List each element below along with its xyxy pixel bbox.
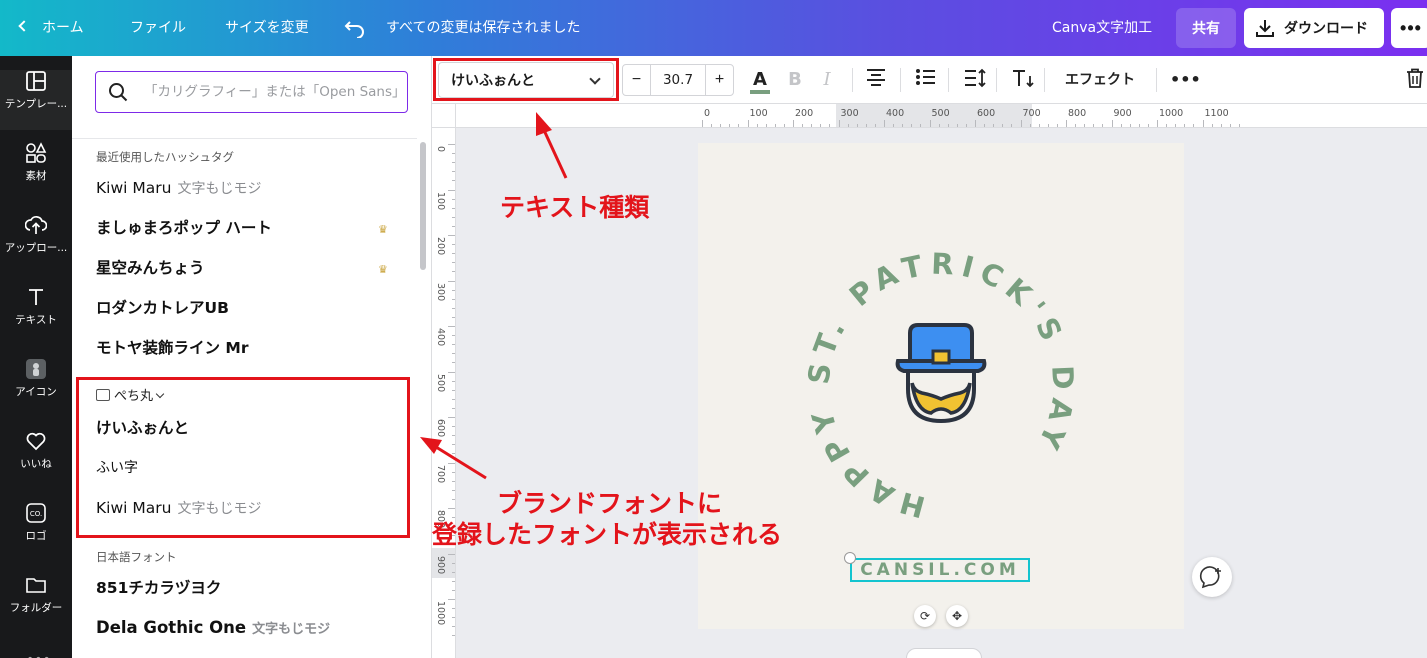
annotation-arrows	[420, 112, 568, 480]
annotation-brand-line2: 登録したフォントが表示される	[432, 520, 783, 549]
annotation-text-type: テキスト種類	[500, 193, 650, 222]
